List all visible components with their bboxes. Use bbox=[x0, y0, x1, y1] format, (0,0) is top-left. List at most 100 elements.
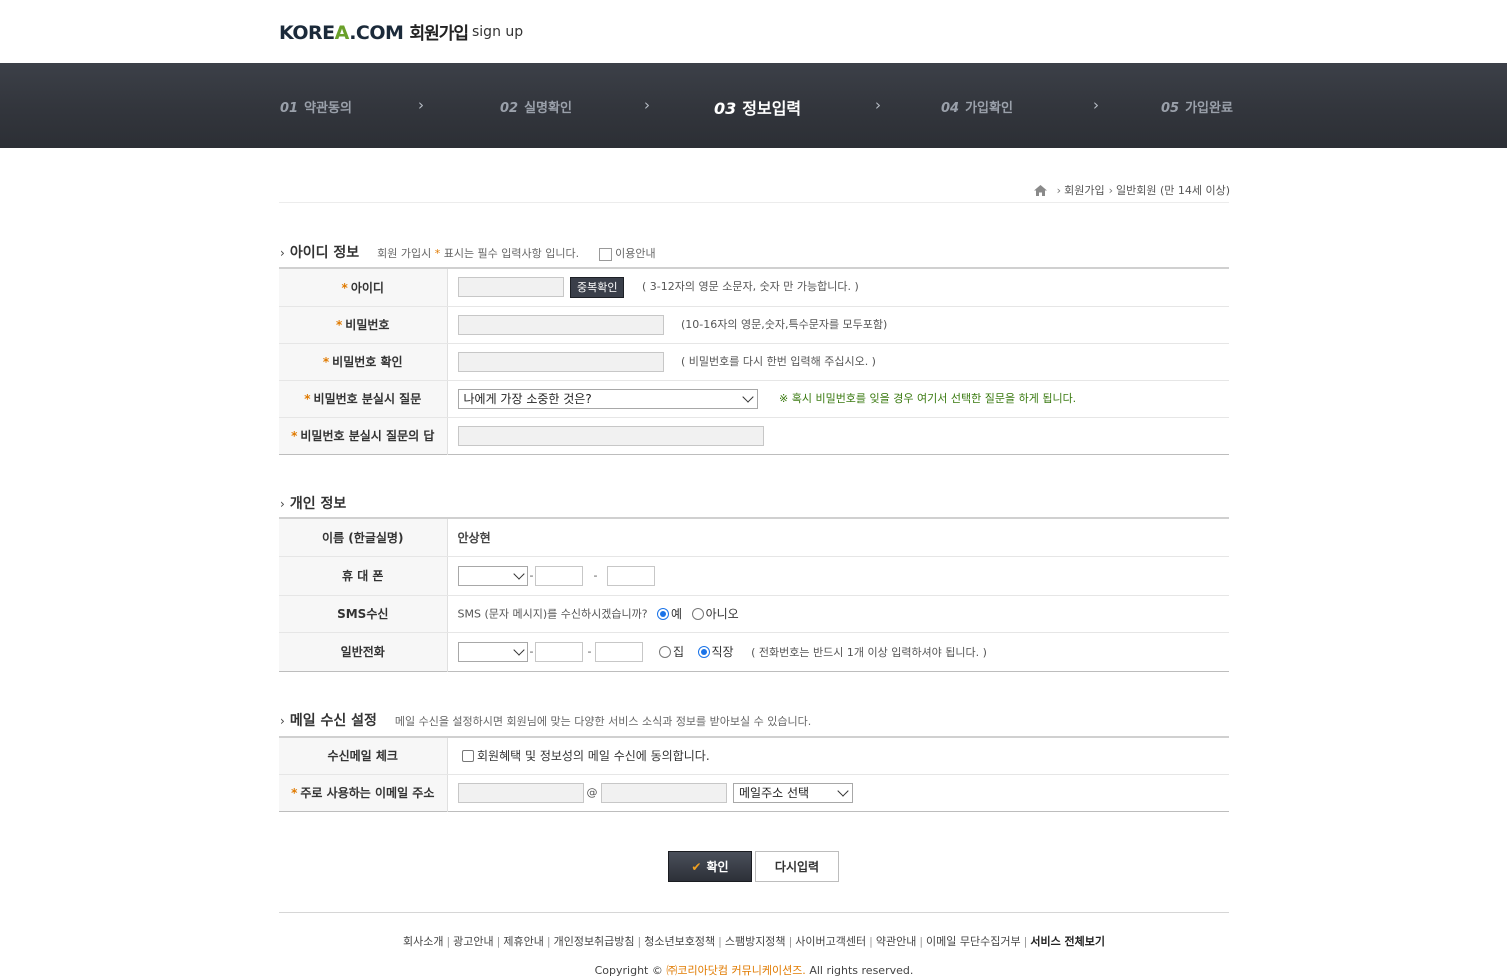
form-row: * 주로 사용하는 이메일 주소 @ 메일주소 선택 bbox=[279, 774, 1229, 811]
footer-links: 회사소개 | 광고안내 | 제휴안내 | 개인정보취급방침 | 청소년보호정책 | 스팸방지정책 | 사… bbox=[402, 935, 1106, 948]
section-title: 개인 정보 bbox=[289, 496, 347, 512]
section-mail-header: › 메일 수신 설정 메일 수신을 설정하시면 회원님에 맞는 다양한 서비스 … bbox=[280, 710, 811, 730]
sms-yes-radio[interactable] bbox=[657, 607, 670, 620]
mail-consent-checkbox[interactable] bbox=[461, 749, 474, 762]
guide-checkbox[interactable] bbox=[599, 247, 613, 261]
chevron-down-icon bbox=[837, 784, 849, 797]
footer-link-privacy[interactable]: 개인정보취급방침 bbox=[554, 935, 635, 948]
section-title: 아이디 정보 bbox=[289, 245, 360, 261]
duplicate-check-button[interactable]: 중복확인 bbox=[570, 276, 625, 298]
mobile-last-input[interactable] bbox=[607, 565, 656, 586]
page-title: 회원가입 bbox=[409, 24, 469, 44]
field-hint: ( 비밀번호를 다시 한번 입력해 주십시오. ) bbox=[681, 354, 876, 368]
id-info-table: * 아이디 중복확인 ( 3-12자의 영문 소문자, 숫자 만 가능합니다. )… bbox=[279, 267, 1229, 455]
checkmark-icon: ✔ bbox=[691, 859, 702, 874]
guide-toggle[interactable]: 이용안내 bbox=[579, 245, 656, 261]
korea-com-logo[interactable]: KOREA.COM 회원가입 sign up bbox=[279, 19, 523, 44]
chevron-right-icon: › bbox=[280, 714, 285, 728]
footer-link-email-policy[interactable]: 이메일 무단수집거부 bbox=[926, 935, 1021, 948]
reset-button[interactable]: 다시입력 bbox=[755, 851, 839, 882]
form-row: * 비밀번호 분실시 질문 나에게 가장 소중한 것은? ※ 혹시 비밀번호를 잊… bbox=[279, 380, 1229, 418]
name-value: 안상현 bbox=[457, 530, 491, 545]
step-4: 04 가입확인 bbox=[941, 101, 1013, 116]
step-2: 02 실명확인 bbox=[500, 101, 572, 116]
phone-last-input[interactable] bbox=[595, 641, 644, 662]
phone-work-radio[interactable] bbox=[697, 645, 710, 658]
breadcrumb: › 회원가입 › 일반회원 (만 14세 이상) bbox=[1033, 182, 1230, 198]
password-answer-input[interactable] bbox=[457, 425, 764, 446]
copyright: Copyright © ㈜코리아닷컴 커뮤니케이션즈. All rights r… bbox=[594, 964, 914, 977]
footer-link-youth[interactable]: 청소년보호정책 bbox=[644, 935, 715, 948]
form-row: * 아이디 중복확인 ( 3-12자의 영문 소문자, 숫자 만 가능합니다. ) bbox=[279, 268, 1229, 307]
form-row: 수신메일 체크 회원혜택 및 정보성의 메일 수신에 동의합니다. bbox=[279, 737, 1229, 775]
field-label: 수신메일 체크 bbox=[279, 737, 448, 775]
field-hint: ( 전화번호는 반드시 1개 이상 입력하셔야 됩니다. ) bbox=[751, 645, 987, 659]
chevron-down-icon bbox=[512, 567, 525, 580]
email-domain-select[interactable]: 메일주소 선택 bbox=[733, 782, 853, 803]
divider bbox=[279, 202, 1229, 203]
user-id-input[interactable] bbox=[457, 277, 564, 298]
header: KOREA.COM 회원가입 sign up bbox=[0, 0, 1507, 63]
phone-middle-input[interactable] bbox=[535, 641, 584, 662]
chevron-right-icon: › bbox=[280, 246, 285, 260]
field-label: * 주로 사용하는 이메일 주소 bbox=[279, 774, 448, 811]
form-row: 휴 대 폰 -- bbox=[279, 556, 1229, 596]
form-row: SMS수신 SMS (문자 메시지)를 수신하시겠습니까? 예 아니오 bbox=[279, 595, 1229, 633]
chevron-down-icon bbox=[512, 643, 525, 656]
footer-link-support[interactable]: 사이버고객센터 bbox=[795, 935, 866, 948]
password-question-select[interactable]: 나에게 가장 소중한 것은? bbox=[457, 388, 758, 409]
step-1: 01 약관동의 bbox=[280, 101, 352, 116]
step-arrow-icon: › bbox=[1093, 96, 1099, 114]
field-label: * 비밀번호 분실시 질문 bbox=[279, 380, 448, 418]
sms-question: SMS (문자 메시지)를 수신하시겠습니까? bbox=[457, 607, 648, 621]
footer-link-spam[interactable]: 스팸방지정책 bbox=[725, 935, 786, 948]
field-label: * 비밀번호 확인 bbox=[279, 343, 448, 381]
password-input[interactable] bbox=[457, 314, 664, 335]
signup-steps: 01 약관동의 › 02 실명확인 › 03 정보입력 › 04 가입확인 › 05 가입… bbox=[0, 63, 1507, 148]
section-description: 메일 수신을 설정하시면 회원님에 맞는 다양한 서비스 소식과 정보를 받아보… bbox=[394, 715, 812, 728]
footer-link-partnership[interactable]: 제휴안내 bbox=[503, 935, 543, 948]
footer-link-terms[interactable]: 약관안내 bbox=[876, 935, 916, 948]
required-notice: 회원 가입시 * 표시는 필수 입력사항 입니다. bbox=[377, 247, 580, 260]
field-label: 일반전화 bbox=[279, 632, 448, 671]
form-row: 일반전화 -- 집 직장 ( 전화번호는 반드시 1개 이상 입력하셔야 됩니다… bbox=[279, 632, 1229, 671]
email-domain-input[interactable] bbox=[600, 782, 727, 803]
chevron-down-icon bbox=[741, 390, 754, 403]
field-label: SMS수신 bbox=[279, 595, 448, 633]
password-confirm-input[interactable] bbox=[457, 351, 664, 372]
field-hint: (10-16자의 영문,숫자,특수문자를 모두포함) bbox=[681, 317, 888, 331]
mail-consent-label: 회원혜택 및 정보성의 메일 수신에 동의합니다. bbox=[477, 749, 710, 764]
breadcrumb-item-general-member[interactable]: 일반회원 (만 14세 이상) bbox=[1116, 182, 1230, 198]
step-3-current: 03 정보입력 bbox=[714, 99, 802, 118]
home-icon[interactable] bbox=[1033, 184, 1047, 196]
divider bbox=[279, 912, 1229, 913]
step-5: 05 가입완료 bbox=[1161, 101, 1233, 116]
sms-no-radio[interactable] bbox=[691, 607, 704, 620]
footer-link-ads[interactable]: 광고안내 bbox=[453, 935, 493, 948]
form-row: * 비밀번호 확인 ( 비밀번호를 다시 한번 입력해 주십시오. ) bbox=[279, 343, 1229, 381]
field-hint: ※ 혹시 비밀번호를 잊을 경우 여기서 선택한 질문을 하게 됩니다. bbox=[779, 391, 1077, 405]
personal-info-table: 이름 (한글실명) 안상현 휴 대 폰 -- SMS수신 SMS (문자 메시지… bbox=[279, 517, 1229, 672]
field-label: * 비밀번호 bbox=[279, 306, 448, 344]
mobile-prefix-select[interactable] bbox=[457, 565, 528, 586]
page-subtitle: sign up bbox=[472, 24, 524, 40]
mobile-middle-input[interactable] bbox=[535, 565, 584, 586]
field-hint: ( 3-12자의 영문 소문자, 숫자 만 가능합니다. ) bbox=[641, 280, 859, 294]
form-row: 이름 (한글실명) 안상현 bbox=[279, 518, 1229, 557]
phone-home-radio[interactable] bbox=[658, 645, 671, 658]
confirm-button[interactable]: ✔ 확인 bbox=[668, 851, 752, 882]
form-row: * 비밀번호 분실시 질문의 답 bbox=[279, 417, 1229, 454]
section-id-info-header: › 아이디 정보 회원 가입시 * 표시는 필수 입력사항 입니다. 이용안내 bbox=[280, 242, 656, 262]
phone-prefix-select[interactable] bbox=[457, 641, 528, 662]
field-label: * 비밀번호 분실시 질문의 답 bbox=[279, 417, 448, 454]
breadcrumb-item-signup[interactable]: 회원가입 bbox=[1064, 182, 1104, 198]
form-row: * 비밀번호 (10-16자의 영문,숫자,특수문자를 모두포함) bbox=[279, 306, 1229, 344]
field-label: 이름 (한글실명) bbox=[279, 518, 448, 557]
step-arrow-icon: › bbox=[418, 96, 424, 114]
footer-link-all-services[interactable]: 서비스 전체보기 bbox=[1030, 935, 1105, 948]
footer-link-about[interactable]: 회사소개 bbox=[403, 935, 443, 948]
field-label: 휴 대 폰 bbox=[279, 556, 448, 596]
email-local-input[interactable] bbox=[457, 782, 584, 803]
section-personal-info-header: › 개인 정보 bbox=[280, 493, 346, 513]
mail-settings-table: 수신메일 체크 회원혜택 및 정보성의 메일 수신에 동의합니다. * 주로 사용… bbox=[279, 736, 1229, 812]
